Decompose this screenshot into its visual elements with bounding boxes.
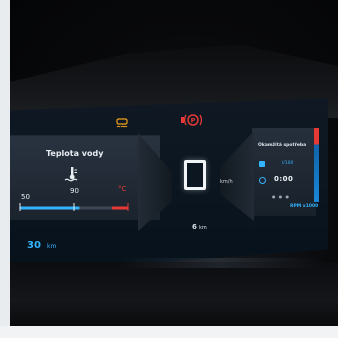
parking-brake-icon: P (181, 114, 202, 126)
bezel-reflection (120, 258, 320, 268)
coolant-thermometer-icon (64, 167, 78, 182)
photo-frame-bottom (0, 326, 338, 338)
rpm-bar (314, 128, 319, 202)
range-value: 30 (27, 240, 41, 251)
clock-icon (259, 177, 266, 184)
range-unit: km (47, 243, 57, 250)
coolant-title: Teplota vody (46, 149, 104, 158)
svg-text:P: P (191, 117, 196, 125)
center-distance-unit: km (199, 225, 207, 231)
gauge-mid-label: 90 (70, 187, 79, 195)
fuel-pump-icon (259, 161, 265, 167)
traction-control-icon (116, 118, 128, 128)
right-panel-row1: l/100 (282, 161, 294, 166)
gauge-unit-label: °C (118, 185, 127, 193)
gear-indicator (184, 160, 206, 190)
right-panel-row2: 0:00 (274, 175, 294, 183)
right-panel-footer: RPM x1000 (290, 204, 319, 209)
right-panel-title: Okamžitá spotřeba (258, 143, 307, 148)
coolant-gauge (19, 203, 129, 211)
speed-unit: km/h (220, 179, 233, 185)
bottom-bezel (10, 262, 338, 326)
center-distance-value: 6 (192, 223, 197, 231)
photo-frame-left (0, 0, 10, 338)
right-panel-page-dots: ● ● ● (272, 194, 291, 199)
right-info-panel (252, 128, 316, 216)
